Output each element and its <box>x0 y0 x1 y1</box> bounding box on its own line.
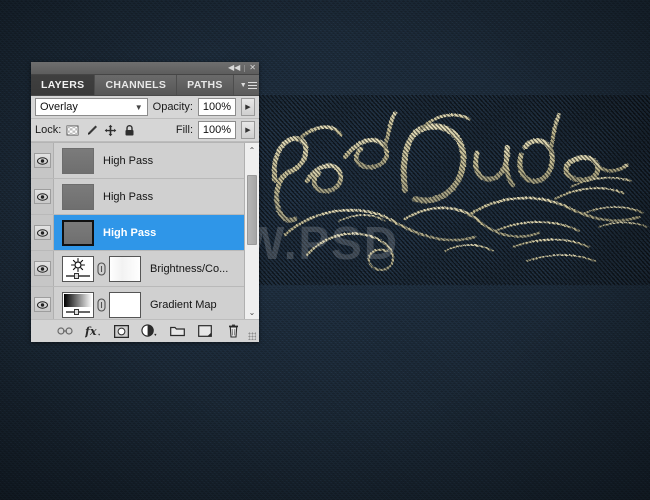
opacity-label: Opacity: <box>152 101 193 113</box>
layer-thumbnail-group <box>54 219 94 246</box>
blend-mode-value: Overlay <box>40 101 78 113</box>
blend-opacity-row: Overlay ▼ Opacity: 100% ▶ <box>31 96 259 119</box>
layer-visibility-toggle[interactable] <box>31 143 54 178</box>
layer-thumbnail[interactable] <box>62 147 94 174</box>
eye-icon <box>33 153 51 168</box>
menu-arrow-icon: ▼ <box>239 81 247 89</box>
scroll-down-icon[interactable]: ⌄ <box>245 305 259 319</box>
tab-paths[interactable]: PATHS <box>177 75 234 95</box>
fill-input[interactable]: 100% <box>198 121 236 139</box>
layer-list-scrollbar[interactable]: ⌃ ⌄ <box>244 143 259 319</box>
add-layer-mask-icon[interactable] <box>113 323 129 339</box>
chevron-down-icon: ▼ <box>134 102 143 112</box>
lock-all-icon[interactable] <box>123 124 136 137</box>
layer-visibility-toggle[interactable] <box>31 179 54 214</box>
layer-visibility-toggle[interactable] <box>31 287 54 319</box>
eye-icon <box>33 189 51 204</box>
eye-icon <box>33 297 51 312</box>
svg-text:fx: fx <box>85 324 97 338</box>
screenshot-canvas: WWW.PSD ◀◀ ✕ LAYERS CHANNELS PATHS ▼ Ove… <box>0 0 650 500</box>
lock-icon-group <box>66 124 136 137</box>
add-layer-style-icon[interactable]: fx <box>85 323 101 339</box>
link-mask-icon[interactable] <box>97 297 106 312</box>
eye-icon <box>33 225 51 240</box>
layer-name: High Pass <box>103 154 154 167</box>
link-mask-icon[interactable] <box>97 261 106 276</box>
new-adjustment-layer-icon[interactable] <box>141 323 157 339</box>
layer-mask-thumbnail[interactable] <box>109 255 141 282</box>
panel-menu-icon[interactable]: ▼ <box>234 75 263 95</box>
panel-tabbar: LAYERS CHANNELS PATHS ▼ <box>31 75 259 96</box>
opacity-spinner-icon[interactable]: ▶ <box>241 98 255 116</box>
layer-visibility-toggle[interactable] <box>31 251 54 286</box>
layer-thumbnail[interactable] <box>62 183 94 210</box>
lock-fill-row: Lock: Fill: 100% ▶ <box>31 119 259 142</box>
fill-label: Fill: <box>175 124 193 136</box>
tab-layers[interactable]: LAYERS <box>31 75 96 95</box>
layer-thumbnail-group <box>54 255 141 282</box>
new-layer-icon[interactable] <box>197 323 213 339</box>
eye-icon <box>33 261 51 276</box>
layer-list: High Pass High Pass High Pass Brightness… <box>31 142 259 319</box>
layer-thumbnail[interactable] <box>62 219 94 246</box>
layer-mask-thumbnail[interactable] <box>109 291 141 318</box>
gradient-map-thumbnail[interactable] <box>62 291 94 318</box>
scrollbar-track[interactable] <box>245 157 259 305</box>
layer-thumbnail-group <box>54 291 141 318</box>
new-group-icon[interactable] <box>169 323 185 339</box>
titlebar-divider <box>244 64 246 72</box>
link-layers-icon[interactable] <box>57 323 73 339</box>
lock-position-icon[interactable] <box>104 124 117 137</box>
bottom-tool-group: fx <box>49 323 241 339</box>
layer-name: High Pass <box>103 190 154 203</box>
collapse-to-icons-icon[interactable]: ◀◀ <box>228 64 240 72</box>
panel-titlebar: ◀◀ ✕ <box>31 62 259 75</box>
table-row[interactable]: High Pass <box>31 215 245 251</box>
table-row[interactable]: High Pass <box>31 179 245 215</box>
menu-lines-icon <box>247 80 257 91</box>
delete-layer-icon[interactable] <box>225 323 241 339</box>
table-row[interactable]: Gradient Map <box>31 287 245 319</box>
layers-panel: ◀◀ ✕ LAYERS CHANNELS PATHS ▼ Overlay ▼ O… <box>31 62 259 342</box>
blend-mode-select[interactable]: Overlay ▼ <box>35 98 148 116</box>
scroll-up-icon[interactable]: ⌃ <box>245 143 259 157</box>
panel-bottom-toolbar: fx <box>31 319 259 342</box>
table-row[interactable]: Brightness/Co... <box>31 251 245 287</box>
close-icon[interactable]: ✕ <box>249 64 256 72</box>
layer-thumbnail-group <box>54 183 94 210</box>
layer-name: High Pass <box>103 226 157 239</box>
tab-channels[interactable]: CHANNELS <box>95 75 178 95</box>
scrollbar-thumb[interactable] <box>247 175 257 245</box>
opacity-input[interactable]: 100% <box>198 98 236 116</box>
layer-name: Brightness/Co... <box>150 262 229 275</box>
layer-name: Gradient Map <box>150 298 217 311</box>
layer-thumbnail-group <box>54 147 94 174</box>
layer-rows: High Pass High Pass High Pass Brightness… <box>31 143 245 319</box>
lock-label: Lock: <box>35 124 62 136</box>
layer-visibility-toggle[interactable] <box>31 215 54 250</box>
resize-grip-icon[interactable] <box>248 332 256 340</box>
fill-spinner-icon[interactable]: ▶ <box>241 121 255 139</box>
brightness-contrast-thumbnail[interactable] <box>62 255 94 282</box>
lock-transparency-icon[interactable] <box>66 124 79 137</box>
table-row[interactable]: High Pass <box>31 143 245 179</box>
lock-image-pixels-icon[interactable] <box>85 124 98 137</box>
